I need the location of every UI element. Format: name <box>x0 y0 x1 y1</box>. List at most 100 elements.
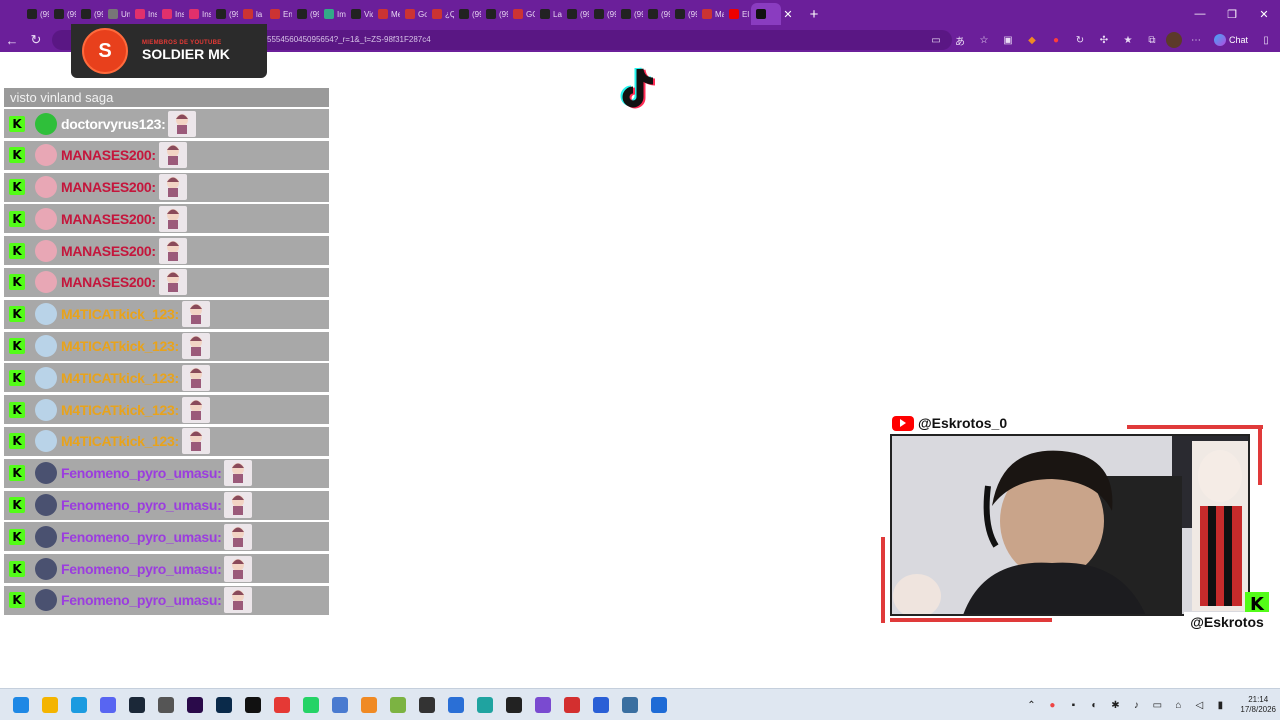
taskbar-app-obs[interactable] <box>499 690 528 720</box>
browser-tab[interactable]: (99- <box>562 3 589 25</box>
app-play-icon <box>592 696 609 713</box>
taskbar-app-app-blue[interactable] <box>441 690 470 720</box>
tray-steam-icon[interactable]: ◐ <box>1087 698 1101 712</box>
refresh-icon[interactable]: ↻ <box>24 28 48 52</box>
tray-bluetooth-icon[interactable]: ✱ <box>1108 698 1122 712</box>
chat-emote-icon <box>158 205 187 232</box>
back-icon[interactable]: ← <box>0 28 24 52</box>
browser-tab[interactable]: (99- <box>454 3 481 25</box>
extension-orange-icon[interactable]: ◆ <box>1022 30 1042 50</box>
browser-tab[interactable]: La L <box>535 3 562 25</box>
tray-chevron-icon[interactable]: ⌃ <box>1024 698 1038 712</box>
tab-favicon-icon <box>648 9 658 19</box>
browser-tab[interactable]: (99- <box>481 3 508 25</box>
browser-tab[interactable]: (99- <box>292 3 319 25</box>
taskbar-app-windows-start[interactable] <box>6 690 35 720</box>
taskbar-app-terminal[interactable] <box>238 690 267 720</box>
taskbar-app-app-purple[interactable] <box>528 690 557 720</box>
browser-tab[interactable]: El D <box>724 3 751 25</box>
chat-username: MANASES200: <box>61 147 156 164</box>
browser-tab[interactable]: Me <box>373 3 400 25</box>
profile-avatar[interactable] <box>1165 32 1182 48</box>
user-avatar-badge <box>35 430 57 453</box>
minimize-icon[interactable]: — <box>1184 0 1216 28</box>
browser-tab[interactable]: (99- <box>211 3 238 25</box>
browser-tab[interactable]: Inst <box>130 3 157 25</box>
browser-tab[interactable]: Eng <box>265 3 292 25</box>
taskbar-app-vpn[interactable] <box>325 690 354 720</box>
favorite-star-icon[interactable]: ☆ <box>974 30 994 50</box>
record-icon <box>273 696 290 713</box>
new-tab-button[interactable]: + <box>803 6 825 23</box>
taskbar-app-app-green[interactable] <box>383 690 412 720</box>
split-view-icon[interactable]: ▭ <box>926 30 946 50</box>
tab-label: Me <box>391 9 400 19</box>
browser-tab[interactable]: ¿Qu <box>427 3 454 25</box>
taskbar-app-settings[interactable] <box>151 690 180 720</box>
taskbar-app-photoshop[interactable] <box>209 690 238 720</box>
browser-tab[interactable]: (99- <box>589 3 616 25</box>
tray-volume-icon[interactable]: ◁ <box>1192 698 1206 712</box>
page-content: visto vinland saga Kdoctorvyrus123: K MANA… <box>0 24 1280 686</box>
browser-tab[interactable]: (99- <box>616 3 643 25</box>
extension-icon[interactable]: ▣ <box>998 30 1018 50</box>
kick-platform-icon: K <box>9 338 25 355</box>
taskbar-app-file-explorer[interactable] <box>35 690 64 720</box>
tab-label: ¿Qu <box>445 9 454 19</box>
browser-tab[interactable]: (99- <box>643 3 670 25</box>
extension-red-icon[interactable]: ● <box>1046 30 1066 50</box>
tray-app-icon[interactable]: ▪ <box>1066 698 1080 712</box>
alert-text: MIEMBROS DE YOUTUBE SOLDIER MK <box>142 40 230 62</box>
chat-message: K MANASES200: <box>4 140 329 170</box>
browser-tab[interactable]: la pl <box>238 3 265 25</box>
browser-tab[interactable]: Vide <box>346 3 373 25</box>
browser-tab[interactable]: GOL <box>508 3 535 25</box>
vpn-icon <box>331 696 348 713</box>
tray-display-icon[interactable]: ▭ <box>1150 698 1164 712</box>
reload-extension-icon[interactable]: ↻ <box>1070 30 1090 50</box>
browser-tab[interactable]: Gol <box>400 3 427 25</box>
tray-network-icon[interactable]: ⌂ <box>1171 698 1185 712</box>
restore-icon[interactable]: ❐ <box>1216 0 1248 28</box>
browser-tab[interactable]: (99- <box>49 3 76 25</box>
chat-message: K MANASES200: <box>4 172 329 202</box>
tray-battery-icon[interactable]: ▮ <box>1213 698 1227 712</box>
browser-tab[interactable]: Img <box>319 3 346 25</box>
browser-tab[interactable]: Inst <box>157 3 184 25</box>
taskbar-app-app-diamond[interactable] <box>644 690 673 720</box>
taskbar-app-discord[interactable] <box>93 690 122 720</box>
taskbar-app-record[interactable] <box>267 690 296 720</box>
taskbar-app-app-audio[interactable] <box>615 690 644 720</box>
tab-favicon-icon <box>270 9 280 19</box>
tab-label: Mar <box>715 9 724 19</box>
browser-tab[interactable]: Mar <box>697 3 724 25</box>
tray-chrome-icon[interactable]: ● <box>1045 698 1059 712</box>
tab-label: (99- <box>688 9 697 19</box>
collections-icon[interactable]: ⧉ <box>1142 30 1162 50</box>
taskbar-app-whatsapp[interactable] <box>296 690 325 720</box>
tray-mic-icon[interactable]: ♪ <box>1129 698 1143 712</box>
taskbar-app-app-play[interactable] <box>586 690 615 720</box>
active-tab[interactable] <box>751 3 781 25</box>
taskbar-app-app-orange[interactable] <box>354 690 383 720</box>
browser-tab[interactable]: Inst <box>184 3 211 25</box>
taskbar-app-edge[interactable] <box>64 690 93 720</box>
taskbar-app-app-ch[interactable] <box>412 690 441 720</box>
more-menu-icon[interactable]: ⋯ <box>1186 30 1206 50</box>
browser-tab[interactable]: (99- <box>76 3 103 25</box>
close-tab-icon[interactable]: ✕ <box>781 8 795 21</box>
taskbar-app-premiere[interactable] <box>180 690 209 720</box>
taskbar-app-acrobat[interactable] <box>557 690 586 720</box>
copilot-chat-button[interactable]: Chat <box>1210 34 1252 46</box>
browser-tab[interactable]: (99- <box>22 3 49 25</box>
extensions-puzzle-icon[interactable]: ✣ <box>1094 30 1114 50</box>
close-window-icon[interactable]: ✕ <box>1248 0 1280 28</box>
taskbar-app-steam[interactable] <box>122 690 151 720</box>
clock[interactable]: 21:14 17/8/2026 <box>1240 695 1276 715</box>
browser-tab[interactable]: Um <box>103 3 130 25</box>
taskbar-app-app-teal[interactable] <box>470 690 499 720</box>
browser-tab[interactable]: (99- <box>670 3 697 25</box>
favorites-icon[interactable]: ★ <box>1118 30 1138 50</box>
sidebar-toggle-icon[interactable]: ▯ <box>1256 30 1276 50</box>
translate-icon[interactable]: あ <box>950 30 970 50</box>
